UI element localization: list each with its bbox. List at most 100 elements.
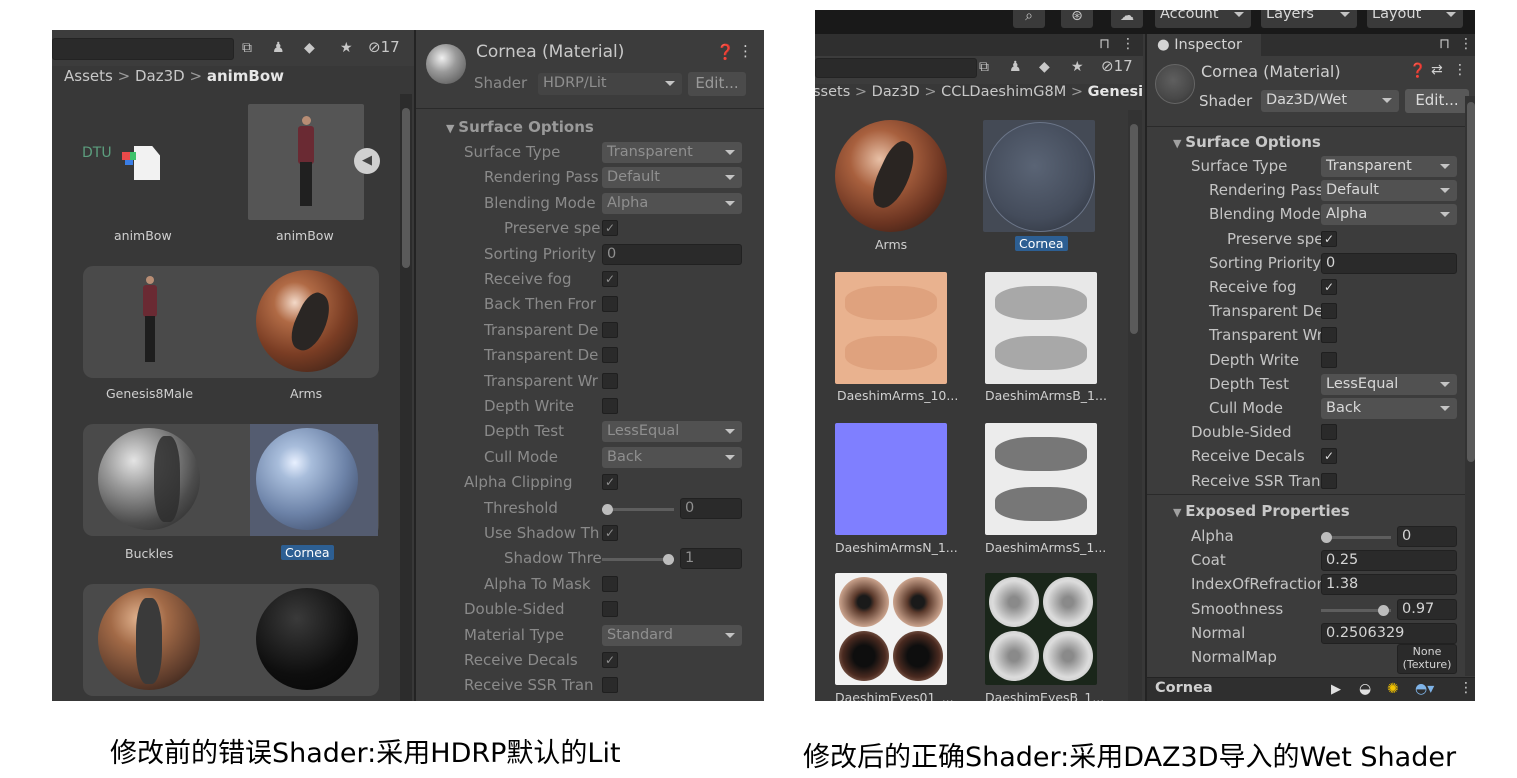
property-field[interactable]: 1.38 <box>1321 574 1457 596</box>
property-dropdown[interactable]: Transparent <box>1321 156 1457 177</box>
asset-thumb-dark[interactable] <box>256 588 358 690</box>
texture-slot[interactable]: None (Texture) <box>1397 644 1457 674</box>
section-exposed-properties[interactable]: Exposed Properties <box>1173 502 1349 520</box>
asset-label-genesis8male[interactable]: Genesis8Male <box>106 386 193 401</box>
edit-shader-button[interactable]: Edit... <box>1405 89 1469 113</box>
property-checkbox[interactable]: ✓ <box>1321 448 1337 465</box>
property-checkbox[interactable] <box>1321 424 1337 441</box>
property-checkbox[interactable] <box>1321 472 1337 489</box>
breadcrumb-daz3d[interactable]: Daz3D <box>135 67 185 85</box>
label-icon[interactable]: ◆ <box>304 41 315 55</box>
property-checkbox[interactable] <box>602 575 618 592</box>
property-checkbox[interactable]: ✓ <box>1321 279 1337 295</box>
play-icon[interactable]: ▶ <box>1331 682 1341 697</box>
property-field[interactable]: 0.25 <box>1321 550 1457 572</box>
asset-label-arms[interactable]: Arms <box>875 237 907 252</box>
help-icon[interactable]: ❓ <box>1409 63 1426 79</box>
property-dropdown[interactable]: Alpha <box>602 192 742 214</box>
slider-value-field[interactable]: 0 <box>680 497 742 519</box>
asset-label-buckles[interactable]: Buckles <box>125 546 173 561</box>
property-dropdown[interactable]: Back <box>602 446 742 468</box>
project-scrollbar[interactable] <box>1128 110 1142 701</box>
search-icon[interactable]: ⌕ <box>1013 10 1045 28</box>
slider-value-field[interactable]: 1 <box>680 548 742 570</box>
asset-label-daeshimeyes[interactable]: DaeshimEyes01_... <box>835 690 954 701</box>
property-checkbox[interactable] <box>1321 351 1337 368</box>
menu-kebab-icon[interactable]: ⋮ <box>1459 37 1473 51</box>
slider-value-field[interactable]: 0 <box>1397 526 1457 547</box>
asset-label-animbow[interactable]: animBow <box>276 228 334 243</box>
menu-kebab-icon[interactable]: ⋮ <box>1121 37 1135 51</box>
asset-thumb-eyelash[interactable] <box>98 588 200 690</box>
settings-icon[interactable]: ⇄ <box>1431 62 1443 78</box>
asset-label-daeshimarms[interactable]: DaeshimArms_10... <box>837 388 958 403</box>
asset-thumb-daeshimeyesb[interactable] <box>985 573 1097 685</box>
light-icon[interactable]: ✺ <box>1387 681 1399 697</box>
asset-thumb-arms[interactable] <box>835 120 947 232</box>
menu-kebab-icon[interactable]: ⋮ <box>738 42 753 60</box>
section-surface-options[interactable]: Surface Options <box>446 118 594 136</box>
file-icon[interactable] <box>134 146 160 180</box>
collab-icon[interactable]: ⊛ <box>1061 10 1093 28</box>
slider-knob[interactable] <box>1378 604 1390 616</box>
asset-thumb-daeshimarmsn[interactable] <box>835 423 947 535</box>
property-checkbox[interactable] <box>602 398 618 414</box>
property-dropdown[interactable]: LessEqual <box>1321 373 1457 395</box>
property-checkbox[interactable] <box>602 296 618 313</box>
collapse-arrow-icon[interactable]: ◀ <box>354 148 380 174</box>
property-field[interactable]: 0 <box>1321 252 1457 274</box>
search-input[interactable] <box>52 38 234 60</box>
search-input[interactable] <box>815 58 977 78</box>
property-field[interactable]: 0 <box>602 243 742 265</box>
shader-dropdown[interactable]: Daz3D/Wet <box>1261 90 1399 112</box>
property-field[interactable]: 0.2506329 <box>1321 622 1457 644</box>
mesh-dropdown-icon[interactable]: ◓▾ <box>1415 681 1434 697</box>
asset-thumb-daeshimeyes[interactable] <box>835 573 947 685</box>
breadcrumb-ccl[interactable]: CCLDaeshimG8M <box>941 84 1066 100</box>
help-icon[interactable]: ❓ <box>716 43 735 61</box>
property-dropdown[interactable]: Standard <box>602 624 742 646</box>
asset-label-arms[interactable]: Arms <box>290 386 322 401</box>
asset-label-cornea[interactable]: Cornea <box>1015 236 1068 251</box>
asset-thumb-buckles[interactable] <box>98 428 200 530</box>
edit-shader-button[interactable]: Edit... <box>688 72 746 96</box>
menu-kebab-icon[interactable]: ⋮ <box>1459 680 1473 696</box>
tab-inspector[interactable]: ● Inspector <box>1147 34 1261 56</box>
asset-thumb-animbow[interactable] <box>248 104 364 220</box>
section-surface-options[interactable]: Surface Options <box>1173 133 1321 151</box>
property-checkbox[interactable]: ✓ <box>602 474 618 491</box>
save-search-icon[interactable]: ⧉ <box>242 41 252 55</box>
property-checkbox[interactable] <box>602 677 618 694</box>
slider-knob[interactable] <box>663 554 674 566</box>
property-dropdown[interactable]: Transparent <box>602 142 742 163</box>
breadcrumb-current[interactable]: Genesi <box>1088 84 1144 100</box>
breadcrumb-assets[interactable]: Assets <box>64 67 113 85</box>
menu-kebab-icon[interactable]: ⋮ <box>1453 62 1467 78</box>
property-dropdown[interactable]: LessEqual <box>602 421 742 443</box>
label-icon[interactable]: ◆ <box>1039 60 1050 74</box>
asset-thumb-cornea[interactable] <box>256 428 358 530</box>
filter-type-icon[interactable]: ♟ <box>272 41 285 55</box>
asset-label-cornea[interactable]: Cornea <box>281 545 334 560</box>
breadcrumb-current[interactable]: animBow <box>207 67 284 85</box>
asset-thumb-daeshimarms[interactable] <box>835 272 947 384</box>
project-scrollbar[interactable] <box>400 94 412 701</box>
asset-label-daeshimeyesb[interactable]: DaeshimEyesB_1... <box>985 690 1104 701</box>
breadcrumb-assets[interactable]: ssets <box>815 84 850 100</box>
property-checkbox[interactable] <box>602 347 618 364</box>
hidden-count-icon[interactable]: ⊘17 <box>1101 59 1133 74</box>
asset-thumb-daeshimarmss[interactable] <box>985 423 1097 535</box>
slider-knob[interactable] <box>1321 532 1332 543</box>
account-dropdown[interactable]: Account <box>1155 10 1251 28</box>
slider-knob[interactable] <box>602 503 613 515</box>
cloud-icon[interactable]: ☁ <box>1111 10 1143 28</box>
slider-value-field[interactable]: 0.97 <box>1397 598 1457 620</box>
property-dropdown[interactable]: Back <box>1321 398 1457 419</box>
property-checkbox[interactable] <box>602 372 618 389</box>
inspector-scrollbar[interactable] <box>1465 96 1475 676</box>
save-search-icon[interactable]: ⧉ <box>979 60 989 74</box>
shader-dropdown[interactable]: HDRP/Lit <box>538 73 682 95</box>
layers-dropdown[interactable]: Layers <box>1261 10 1357 28</box>
asset-label-dtu[interactable]: animBow <box>114 228 172 243</box>
asset-label-daeshimarmsn[interactable]: DaeshimArmsN_1... <box>835 540 958 555</box>
